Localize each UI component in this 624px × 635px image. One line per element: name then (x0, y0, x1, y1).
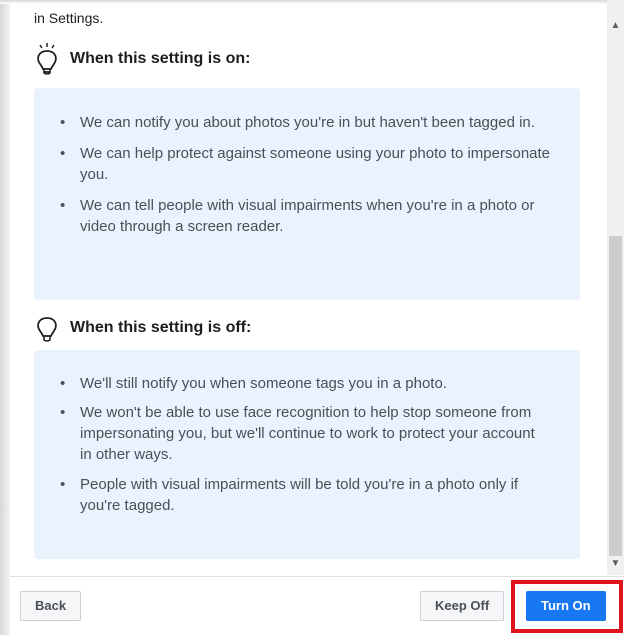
dialog-scroll-content: in Settings. When this setting is on: We… (34, 0, 580, 575)
list-item: We'll still notify you when someone tags… (34, 373, 580, 394)
on-section-panel: We can notify you about photos you're in… (34, 88, 580, 300)
vertical-scrollbar[interactable]: ▲ ▼ (607, 0, 624, 575)
truncated-text: in Settings. (34, 10, 104, 26)
list-item: We can tell people with visual impairmen… (34, 195, 580, 237)
list-item: We can notify you about photos you're in… (34, 112, 580, 133)
on-section-title: When this setting is on: (70, 50, 251, 67)
back-button[interactable]: Back (20, 591, 82, 621)
on-section-heading: When this setting is on: (34, 42, 250, 76)
list-item: People with visual impairments will be t… (34, 474, 580, 516)
scroll-down-icon[interactable]: ▼ (607, 556, 624, 572)
window-edge (0, 0, 10, 635)
list-item: We won't be able to use face recognition… (34, 402, 580, 465)
lightbulb-on-icon (34, 42, 60, 76)
scroll-up-icon[interactable]: ▲ (607, 18, 624, 34)
list-item: We can help protect against someone usin… (34, 143, 580, 185)
off-section-title: When this setting is off: (70, 319, 252, 336)
keep-off-button[interactable]: Keep Off (420, 591, 505, 621)
off-section-panel: We'll still notify you when someone tags… (34, 350, 580, 559)
highlight-box (511, 580, 623, 633)
scroll-thumb[interactable] (609, 236, 622, 556)
off-section-heading: When this setting is off: (34, 311, 251, 345)
lightbulb-off-icon (34, 311, 60, 345)
